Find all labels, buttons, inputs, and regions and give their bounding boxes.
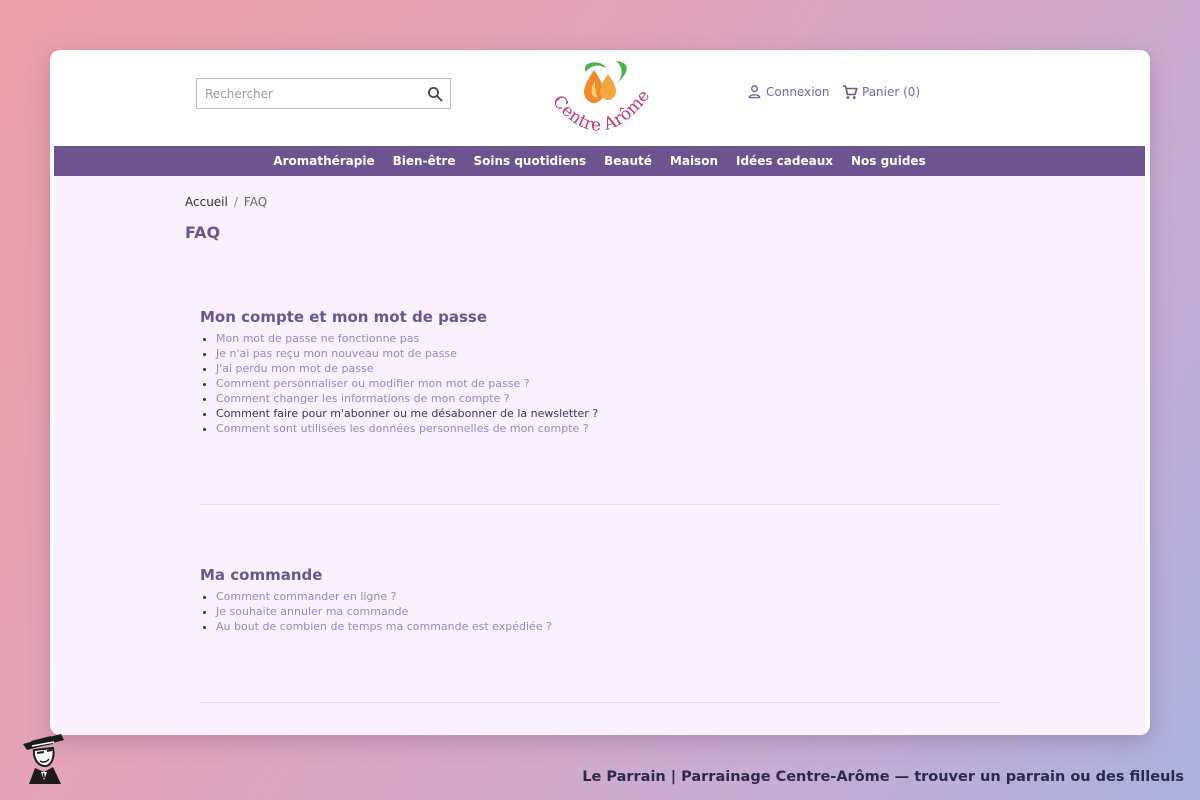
menu-item-maison[interactable]: Maison	[670, 154, 718, 168]
site-header: Centre Arôme Connexion Panier (0)	[50, 50, 1150, 146]
user-icon	[748, 85, 761, 99]
faq-link[interactable]: Mon mot de passe ne fonctionne pas	[216, 331, 1000, 346]
menu-item-beaute[interactable]: Beauté	[604, 154, 652, 168]
cart-link[interactable]: Panier (0)	[842, 84, 920, 100]
faq-link[interactable]: Comment changer les informations de mon …	[216, 391, 1000, 406]
faq-link[interactable]: Je n'ai pas reçu mon nouveau mot de pass…	[216, 346, 1000, 361]
faq-list: Mon mot de passe ne fonctionne pas Je n'…	[200, 331, 1000, 436]
page-title: FAQ	[185, 223, 221, 242]
section-title: Mon compte et mon mot de passe	[200, 308, 488, 326]
faq-link[interactable]: Comment personnaliser ou modifier mon mo…	[216, 376, 1000, 391]
section-divider	[200, 504, 1000, 505]
search-box[interactable]	[196, 78, 451, 109]
section-title: Ma commande	[200, 566, 323, 584]
breadcrumb-separator: /	[233, 195, 238, 209]
faq-link[interactable]: Comment commander en ligne ?	[216, 589, 1000, 604]
menu-item-idees-cadeaux[interactable]: Idées cadeaux	[736, 154, 833, 168]
faq-section-account: Mon compte et mon mot de passe Mon mot d…	[200, 308, 1000, 436]
faq-link[interactable]: Au bout de combien de temps ma commande …	[216, 619, 1000, 634]
centre-arome-logo[interactable]: Centre Arôme	[538, 58, 662, 142]
menu-item-aromatherapie[interactable]: Aromathérapie	[273, 154, 374, 168]
login-label: Connexion	[766, 84, 830, 99]
faq-link[interactable]: Je souhaite annuler ma commande	[216, 604, 1000, 619]
browser-window: Centre Arôme Connexion Panier (0) Aromat…	[50, 50, 1150, 735]
breadcrumb-home[interactable]: Accueil	[185, 195, 228, 209]
menu-item-bien-etre[interactable]: Bien-être	[393, 154, 456, 168]
cart-label: Panier (0)	[862, 85, 921, 99]
footer-caption: Le Parrain | Parrainage Centre-Arôme — t…	[582, 769, 1184, 785]
faq-section-order: Ma commande Comment commander en ligne ?…	[200, 566, 1000, 634]
cart-icon	[843, 85, 858, 99]
breadcrumb-current: FAQ	[243, 195, 268, 209]
search-icon[interactable]	[427, 86, 443, 102]
menu-item-soins-quotidiens[interactable]: Soins quotidiens	[473, 154, 586, 168]
main-menu: Aromathérapie Bien-être Soins quotidiens…	[54, 146, 1145, 176]
breadcrumb: Accueil / FAQ	[185, 195, 267, 209]
main-content: Accueil / FAQ FAQ Mon compte et mon mot de…	[54, 176, 1145, 735]
section-divider	[200, 702, 1000, 703]
login-link[interactable]: Connexion	[747, 84, 830, 99]
le-parrain-logo	[23, 734, 64, 784]
faq-link-hovered[interactable]: Comment faire pour m'abonner ou me désab…	[216, 406, 1000, 421]
faq-link[interactable]: Comment sont utilisées les données perso…	[216, 421, 1000, 436]
faq-list: Comment commander en ligne ? Je souhaite…	[200, 589, 1000, 634]
faq-link[interactable]: J'ai perdu mon mot de passe	[216, 361, 1000, 376]
menu-item-nos-guides[interactable]: Nos guides	[851, 154, 926, 168]
search-input[interactable]	[197, 79, 425, 108]
